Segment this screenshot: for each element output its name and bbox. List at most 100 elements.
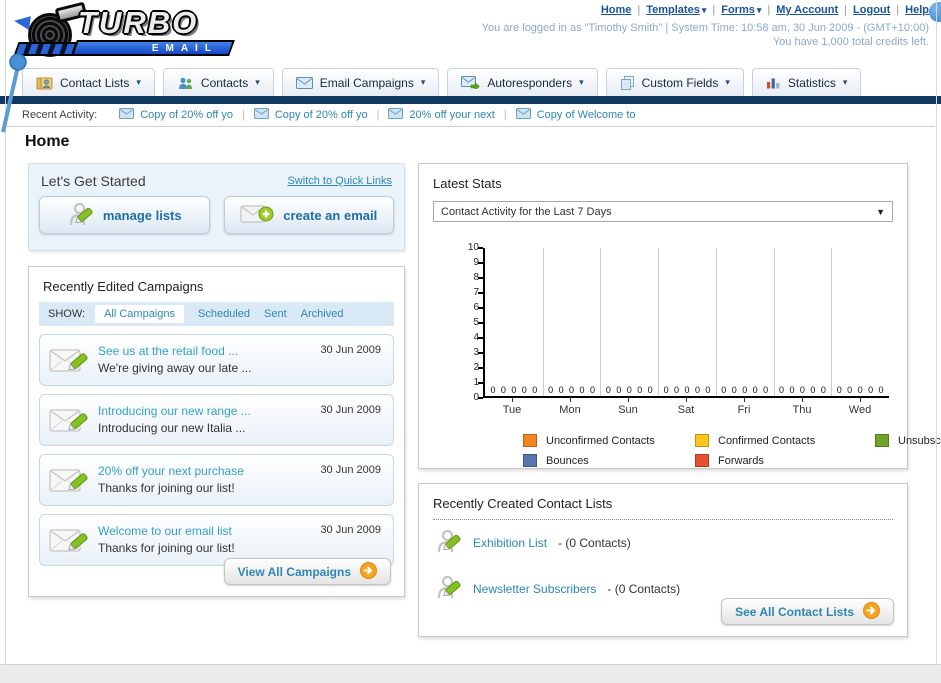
campaign-filter-archived[interactable]: Archived: [301, 308, 344, 320]
top-nav-link-help[interactable]: Help: [905, 4, 929, 16]
chevron-down-icon: ▾: [255, 77, 260, 87]
tab-custom-fields[interactable]: Custom Fields ▾: [605, 68, 744, 96]
y-axis-tick-mark: [478, 292, 483, 294]
tab-email-campaigns[interactable]: Email Campaigns ▾: [281, 68, 440, 96]
y-axis-tick-label: 3: [473, 347, 479, 358]
arrow-circle-icon: [863, 601, 880, 622]
chevron-down-icon: ▾: [725, 77, 730, 87]
envelope-plus-icon: [240, 203, 274, 228]
footer-strip: [0, 664, 941, 683]
top-nav-link-forms[interactable]: Forms: [721, 4, 755, 16]
tab-label: Autoresponders: [487, 75, 573, 90]
tab-contacts[interactable]: Contacts ▾: [162, 68, 274, 96]
chevron-down-icon: ▾: [842, 77, 848, 87]
top-nav-link-my-account[interactable]: My Account: [776, 4, 838, 16]
y-axis-tick-mark: [478, 277, 483, 279]
get-started-title: Let's Get Started: [41, 173, 146, 189]
x-axis-tick-label: Wed: [831, 397, 889, 416]
arrow-circle-icon: [360, 561, 377, 582]
y-axis-tick-label: 10: [467, 242, 479, 253]
activity-separator: |: [503, 109, 507, 121]
data-label: 0: [589, 385, 595, 395]
logo-email-banner: EMAIL: [71, 40, 235, 56]
y-axis-tick-label: 5: [473, 317, 479, 328]
contact-list-link[interactable]: Newsletter Subscribers: [473, 582, 596, 596]
recent-activity-link[interactable]: 20% off your next: [409, 109, 494, 121]
y-axis-tick-label: 9: [473, 257, 479, 268]
gridline: [658, 248, 660, 396]
app-logo[interactable]: TURBO EMAIL: [12, 1, 242, 61]
see-all-contact-lists-button[interactable]: See All Contact Lists: [721, 598, 894, 625]
campaign-filter-bar: SHOW: All Campaigns Scheduled Sent Archived: [39, 302, 394, 326]
data-label: 0: [532, 385, 538, 395]
data-label: 0: [558, 385, 564, 395]
x-axis-tick-label: Sun: [599, 397, 657, 416]
help-bubble-icon[interactable]: [929, 2, 941, 22]
page-title: Home: [25, 133, 70, 150]
top-nav-link-home[interactable]: Home: [601, 4, 632, 16]
nav-separator: |: [896, 4, 900, 16]
legend-label: Confirmed Contacts: [718, 434, 816, 447]
data-label: 0: [705, 385, 711, 395]
nav-separator: |: [767, 4, 771, 16]
manage-lists-button[interactable]: manage lists: [39, 196, 210, 234]
x-axis-tick-mark: [744, 397, 745, 402]
view-all-campaigns-button[interactable]: View All Campaigns: [223, 558, 391, 585]
nav-separator: |: [844, 4, 848, 16]
recent-activity-link[interactable]: Copy of 20% off yo: [275, 109, 368, 121]
tab-autoresponders[interactable]: Autoresponders ▾: [447, 68, 598, 96]
header: TURBO EMAIL Home | Templates ▾ | Forms ▾ | My Ac…: [6, 0, 941, 67]
gridline: [542, 248, 544, 396]
recent-activity-link[interactable]: Copy of Welcome to: [537, 109, 636, 121]
chart-bar-group: 00000: [543, 383, 601, 395]
campaign-item[interactable]: Introducing our new range ... Introducing…: [39, 394, 394, 446]
contact-list-link[interactable]: Exhibition List: [473, 536, 547, 550]
logo-brand-text: TURBO: [78, 5, 199, 40]
y-axis-tick-label: 2: [473, 362, 479, 373]
switch-to-quick-links-link[interactable]: Switch to Quick Links: [287, 175, 392, 187]
data-label: 0: [511, 385, 517, 395]
chart-bar-group: 00000: [774, 383, 832, 395]
chevron-down-icon: ▾: [136, 77, 141, 87]
data-label: 0: [663, 385, 669, 395]
x-axis-tick-mark: [512, 397, 513, 402]
tab-statistics[interactable]: Statistics ▾: [751, 68, 862, 96]
campaigns-panel-title: Recently Edited Campaigns: [43, 279, 204, 294]
create-email-button[interactable]: create an email: [223, 196, 394, 234]
envelope-icon: [119, 108, 135, 122]
stats-panel-title: Latest Stats: [433, 176, 502, 191]
campaign-item[interactable]: See us at the retail food ... We're givin…: [39, 334, 394, 386]
y-axis-tick-mark: [478, 322, 483, 324]
activity-separator: |: [241, 109, 245, 121]
stats-range-select[interactable]: Contact Activity for the Last 7 Days ▼: [433, 201, 893, 222]
address-book-icon: [36, 76, 53, 90]
recent-activity-label: Recent Activity:: [22, 109, 98, 121]
legend-swatch: [875, 434, 889, 447]
y-axis-tick-mark: [478, 382, 483, 384]
chart-plot: 0 1 2 3 4 5 6 7 8 9 10 0 0 0 0 0 0 0 0 0 0 0 0 0 0 0 0 0 0 0 0 0 0 0 0 0 0 0 0…: [468, 242, 889, 403]
recent-activity-link[interactable]: Copy of 20% off yo: [140, 109, 233, 121]
top-nav-link-logout[interactable]: Logout: [853, 4, 890, 16]
campaign-filter-scheduled[interactable]: Scheduled: [198, 308, 250, 320]
data-label: 0: [605, 385, 611, 395]
y-axis-tick-label: 0: [473, 392, 479, 403]
campaign-item[interactable]: 20% off your next purchase Thanks for joi…: [39, 454, 394, 506]
top-nav-link-templates[interactable]: Templates: [646, 4, 700, 16]
chevron-down-icon: ▾: [701, 5, 707, 15]
contact-list-item: Exhibition List - (0 Contacts): [419, 520, 907, 566]
tab-contact-lists[interactable]: Contact Lists ▾: [22, 68, 155, 96]
legend-item-unsubscribes: Unsubscribes: [875, 434, 941, 447]
navy-divider-bar: [0, 96, 941, 104]
person-pencil-icon: [67, 200, 94, 230]
chart-bar-group: 00000: [831, 383, 889, 395]
y-axis-tick-mark: [478, 262, 483, 264]
statistics-icon: [766, 76, 781, 89]
person-pencil-icon: [435, 527, 462, 559]
data-label: 0: [626, 385, 632, 395]
envelope-pencil-icon: [49, 465, 91, 502]
x-axis-tick-label: Tue: [483, 397, 541, 416]
campaign-filter-sent[interactable]: Sent: [264, 308, 287, 320]
data-label: 0: [579, 385, 585, 395]
campaign-filter-all-campaigns[interactable]: All Campaigns: [95, 305, 184, 323]
x-axis-tick-mark: [686, 397, 687, 402]
